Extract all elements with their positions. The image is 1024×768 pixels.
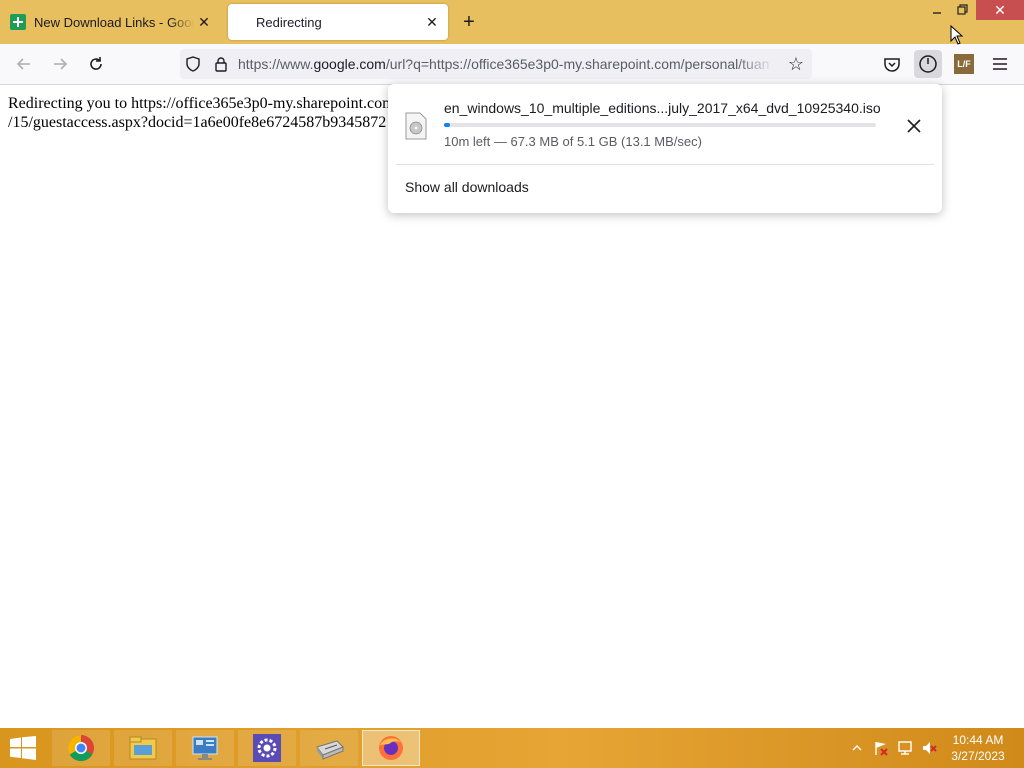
minimize-icon[interactable]	[924, 0, 950, 20]
new-tab-button[interactable]: +	[458, 12, 480, 34]
reload-icon[interactable]	[84, 52, 108, 76]
bookmark-star-icon[interactable]: ☆	[786, 54, 806, 74]
extension-icon[interactable]: L/F	[950, 50, 978, 78]
volume-muted-icon[interactable]	[920, 738, 938, 758]
navigation-toolbar: https://www.google.com/url?q=https://off…	[0, 44, 1024, 85]
show-hidden-icons-chevron-icon[interactable]	[850, 738, 864, 758]
url-bar[interactable]: https://www.google.com/url?q=https://off…	[180, 49, 812, 79]
forward-icon[interactable]	[48, 52, 72, 76]
mouse-cursor-icon	[950, 25, 964, 45]
restore-icon[interactable]	[950, 0, 976, 20]
window-controls: ✕	[924, 0, 1024, 20]
clock-time: 10:44 AM	[952, 733, 1004, 747]
action-center-flag-icon[interactable]	[872, 738, 890, 758]
download-file-name[interactable]: en_windows_10_multiple_editions...july_2…	[444, 100, 881, 116]
tab-title: New Download Links - Google Drive	[34, 14, 194, 30]
tab-title: Redirecting	[256, 14, 322, 30]
lock-icon[interactable]	[212, 55, 230, 73]
windows-start-icon[interactable]	[8, 736, 38, 760]
download-progress-fill	[444, 123, 450, 127]
download-progress-bar	[444, 123, 876, 127]
taskbar: 10:44 AM 3/27/2023	[0, 728, 1024, 768]
extension-badge-text: L/F	[954, 54, 974, 74]
clock-date: 3/27/2023	[951, 749, 1005, 763]
settings-icon[interactable]	[238, 730, 296, 766]
downloads-progress-icon[interactable]	[914, 50, 942, 78]
chrome-icon[interactable]	[52, 730, 110, 766]
download-status: 10m left — 67.3 MB of 5.1 GB (13.1 MB/se…	[444, 134, 702, 149]
show-all-downloads-button[interactable]: Show all downloads	[405, 179, 529, 195]
scanner-icon[interactable]	[300, 730, 358, 766]
close-tab-icon[interactable]: ✕	[422, 12, 442, 32]
pocket-icon[interactable]	[878, 50, 906, 78]
panel-divider	[396, 164, 934, 165]
tracking-protection-shield-icon[interactable]	[184, 55, 202, 73]
redirect-line-1: Redirecting you to https://office365e3p0…	[8, 95, 395, 112]
iso-file-icon	[405, 112, 427, 140]
firefox-icon[interactable]	[362, 730, 420, 766]
tab-redirecting[interactable]: Redirecting ✕	[228, 4, 448, 40]
close-tab-icon[interactable]: ✕	[194, 12, 214, 32]
network-icon[interactable]	[896, 738, 914, 758]
control-panel-icon[interactable]	[176, 730, 234, 766]
cancel-download-icon[interactable]	[902, 114, 926, 138]
redirect-message: Redirecting you to https://office365e3p0…	[8, 94, 395, 132]
url-text[interactable]: https://www.google.com/url?q=https://off…	[238, 56, 774, 72]
close-window-icon[interactable]: ✕	[976, 0, 1024, 20]
tab-strip: New Download Links - Google Drive ✕ Redi…	[0, 0, 1024, 44]
tab-google-drive[interactable]: New Download Links - Google Drive ✕	[4, 4, 220, 40]
back-icon[interactable]	[12, 52, 36, 76]
clock[interactable]: 10:44 AM 3/27/2023	[948, 732, 1008, 764]
downloads-panel: en_windows_10_multiple_editions...july_2…	[388, 84, 942, 213]
hamburger-menu-icon[interactable]	[986, 50, 1014, 78]
google-sheets-favicon-icon	[10, 14, 26, 30]
redirect-line-2: /15/guestaccess.aspx?docid=1a6e00fe8e672…	[8, 114, 387, 131]
file-explorer-icon[interactable]	[114, 730, 172, 766]
